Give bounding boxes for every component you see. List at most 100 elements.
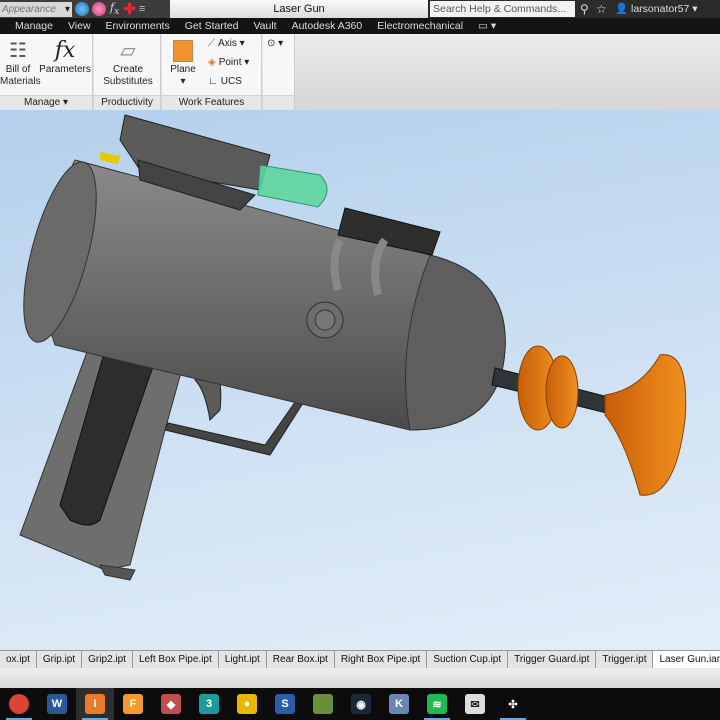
create-substitutes-button[interactable]: ▱ Create Substitutes — [96, 38, 160, 88]
spotify-icon: ≋ — [427, 694, 447, 714]
substitutes-icon: ▱ — [120, 40, 136, 62]
taskbar-item[interactable]: ● — [228, 688, 266, 720]
point-button[interactable]: ◈ Point ▾ — [208, 57, 249, 68]
taskbar-item[interactable]: S — [266, 688, 304, 720]
tab-trigger[interactable]: Trigger.ipt — [596, 651, 654, 668]
steam-icon: ◉ — [351, 694, 371, 714]
menu-environments[interactable]: Environments — [106, 20, 170, 32]
tab-grip2[interactable]: Grip2.ipt — [82, 651, 133, 668]
menu-electromechanical[interactable]: Electromechanical — [377, 20, 463, 32]
expand-dropdown-icon[interactable]: ⊙ ▾ — [267, 38, 283, 49]
taskbar: W I F ◆ 3 ● S ◉ K ≋ ✉ ✣ — [0, 688, 720, 720]
menu-manage[interactable]: Manage — [15, 20, 53, 32]
user-icon: 👤 — [615, 3, 629, 15]
3d-viewport[interactable] — [0, 110, 720, 650]
axis-button[interactable]: ⟋ Axis ▾ — [208, 38, 245, 49]
video-icon[interactable]: ▭ ▾ — [478, 20, 496, 32]
point-icon: ◈ — [208, 57, 216, 68]
fusion-icon: F — [123, 694, 143, 714]
taskbar-item[interactable]: F — [114, 688, 152, 720]
3dsmax-icon: 3 — [199, 694, 219, 714]
taskbar-item[interactable]: ✉ — [456, 688, 494, 720]
document-icon: K — [389, 694, 409, 714]
plus-icon[interactable]: ✚ — [123, 0, 136, 18]
tab-grip[interactable]: Grip.ipt — [37, 651, 83, 668]
taskbar-item[interactable]: 3 — [190, 688, 228, 720]
clear-appearance-icon[interactable] — [92, 2, 106, 16]
plane-icon — [173, 40, 193, 62]
taskbar-item[interactable]: ≋ — [418, 688, 456, 720]
customize-icon[interactable]: ≡ — [139, 3, 145, 15]
panel-manage: ☷ Bill of Materials fx Parameters Manage… — [0, 34, 93, 110]
bill-of-materials-button[interactable]: ☷ Bill of Materials — [0, 38, 41, 88]
panel-label-empty — [263, 95, 294, 110]
axis-label: Axis ▾ — [218, 38, 245, 49]
minecraft-icon — [313, 694, 333, 714]
user-name: larsonator57 — [631, 3, 690, 15]
menu-get-started[interactable]: Get Started — [185, 20, 239, 32]
tab-laser-gun[interactable]: Laser Gun.iam — [653, 651, 720, 668]
menu-vault[interactable]: Vault — [253, 20, 276, 32]
color-icon[interactable] — [75, 2, 89, 16]
satellite-icon[interactable]: ⚲ — [580, 0, 589, 18]
taskbar-item[interactable]: ◆ — [152, 688, 190, 720]
tab-rear-box[interactable]: Rear Box.ipt — [267, 651, 335, 668]
fx-icon: fx — [54, 38, 76, 63]
create-substitutes-label: Create Substitutes — [103, 64, 153, 87]
menu-view[interactable]: View — [68, 20, 91, 32]
chrome-icon — [9, 694, 29, 714]
menu-bar: Manage View Environments Get Started Vau… — [0, 18, 720, 34]
word-icon: W — [47, 694, 67, 714]
inventor-icon: I — [85, 694, 105, 714]
panel-label-manage[interactable]: Manage ▾ — [0, 95, 92, 110]
fx-icon[interactable]: fx — [110, 1, 119, 17]
tab-right-box-pipe[interactable]: Right Box Pipe.ipt — [335, 651, 428, 668]
taskbar-item[interactable]: K — [380, 688, 418, 720]
parameters-label: Parameters — [39, 64, 91, 75]
app-icon: ● — [237, 694, 257, 714]
axis-icon: ⟋ — [208, 38, 215, 49]
spinner-icon: ✣ — [503, 694, 523, 714]
appearance-dropdown[interactable]: Appearance — [0, 1, 72, 17]
trigger-guard — [164, 394, 306, 456]
tab-box[interactable]: ox.ipt — [0, 651, 37, 668]
taskbar-item[interactable]: I — [76, 688, 114, 720]
taskbar-item[interactable]: ✣ — [494, 688, 532, 720]
laser-gun-model[interactable] — [0, 110, 720, 650]
quick-access-toolbar: Appearance fx ✚ ≡ — [0, 0, 170, 18]
panel-label-work-features: Work Features — [162, 95, 261, 110]
ucs-button[interactable]: ∟ UCS — [208, 76, 242, 87]
sight — [100, 152, 120, 164]
tab-light[interactable]: Light.ipt — [219, 651, 267, 668]
ribbon: ☷ Bill of Materials fx Parameters Manage… — [0, 34, 720, 110]
sketchbook-icon: S — [275, 694, 295, 714]
ucs-icon: ∟ — [208, 76, 218, 87]
star-icon[interactable]: ☆ — [596, 0, 607, 18]
parameters-button[interactable]: fx Parameters — [38, 38, 92, 76]
taskbar-item[interactable] — [304, 688, 342, 720]
document-tabs: ox.ipt Grip.ipt Grip2.ipt Left Box Pipe.… — [0, 650, 720, 668]
search-input[interactable]: Search Help & Commands... — [430, 1, 575, 17]
tab-suction-cup[interactable]: Suction Cup.ipt — [427, 651, 509, 668]
mail-icon: ✉ — [465, 694, 485, 714]
bom-label: Bill of Materials — [0, 64, 41, 87]
gem-icon: ◆ — [161, 694, 181, 714]
tab-left-box-pipe[interactable]: Left Box Pipe.ipt — [133, 651, 219, 668]
user-account[interactable]: 👤 larsonator57 ▾ — [615, 0, 698, 18]
panel-productivity: ▱ Create Substitutes Productivity — [94, 34, 161, 110]
ucs-label: UCS — [220, 76, 242, 87]
window-title: Laser Gun — [170, 0, 428, 18]
taskbar-item[interactable] — [0, 688, 38, 720]
panel-extra: ⊙ ▾ — [263, 34, 295, 110]
taskbar-item[interactable]: ◉ — [342, 688, 380, 720]
taskbar-item[interactable]: W — [38, 688, 76, 720]
plane-label: Plane — [170, 64, 196, 75]
title-bar: Appearance fx ✚ ≡ Laser Gun Search Help … — [0, 0, 720, 18]
panel-label-productivity: Productivity — [94, 95, 160, 110]
tab-trigger-guard[interactable]: Trigger Guard.ipt — [508, 651, 597, 668]
menu-autodesk-a360[interactable]: Autodesk A360 — [292, 20, 363, 32]
plane-button[interactable]: Plane ▾ — [166, 38, 200, 88]
point-label: Point ▾ — [218, 57, 250, 68]
bom-icon: ☷ — [9, 40, 27, 62]
panel-work-features: Plane ▾ ⟋ Axis ▾ ◈ Point ▾ ∟ UCS Work Featu… — [162, 34, 262, 110]
